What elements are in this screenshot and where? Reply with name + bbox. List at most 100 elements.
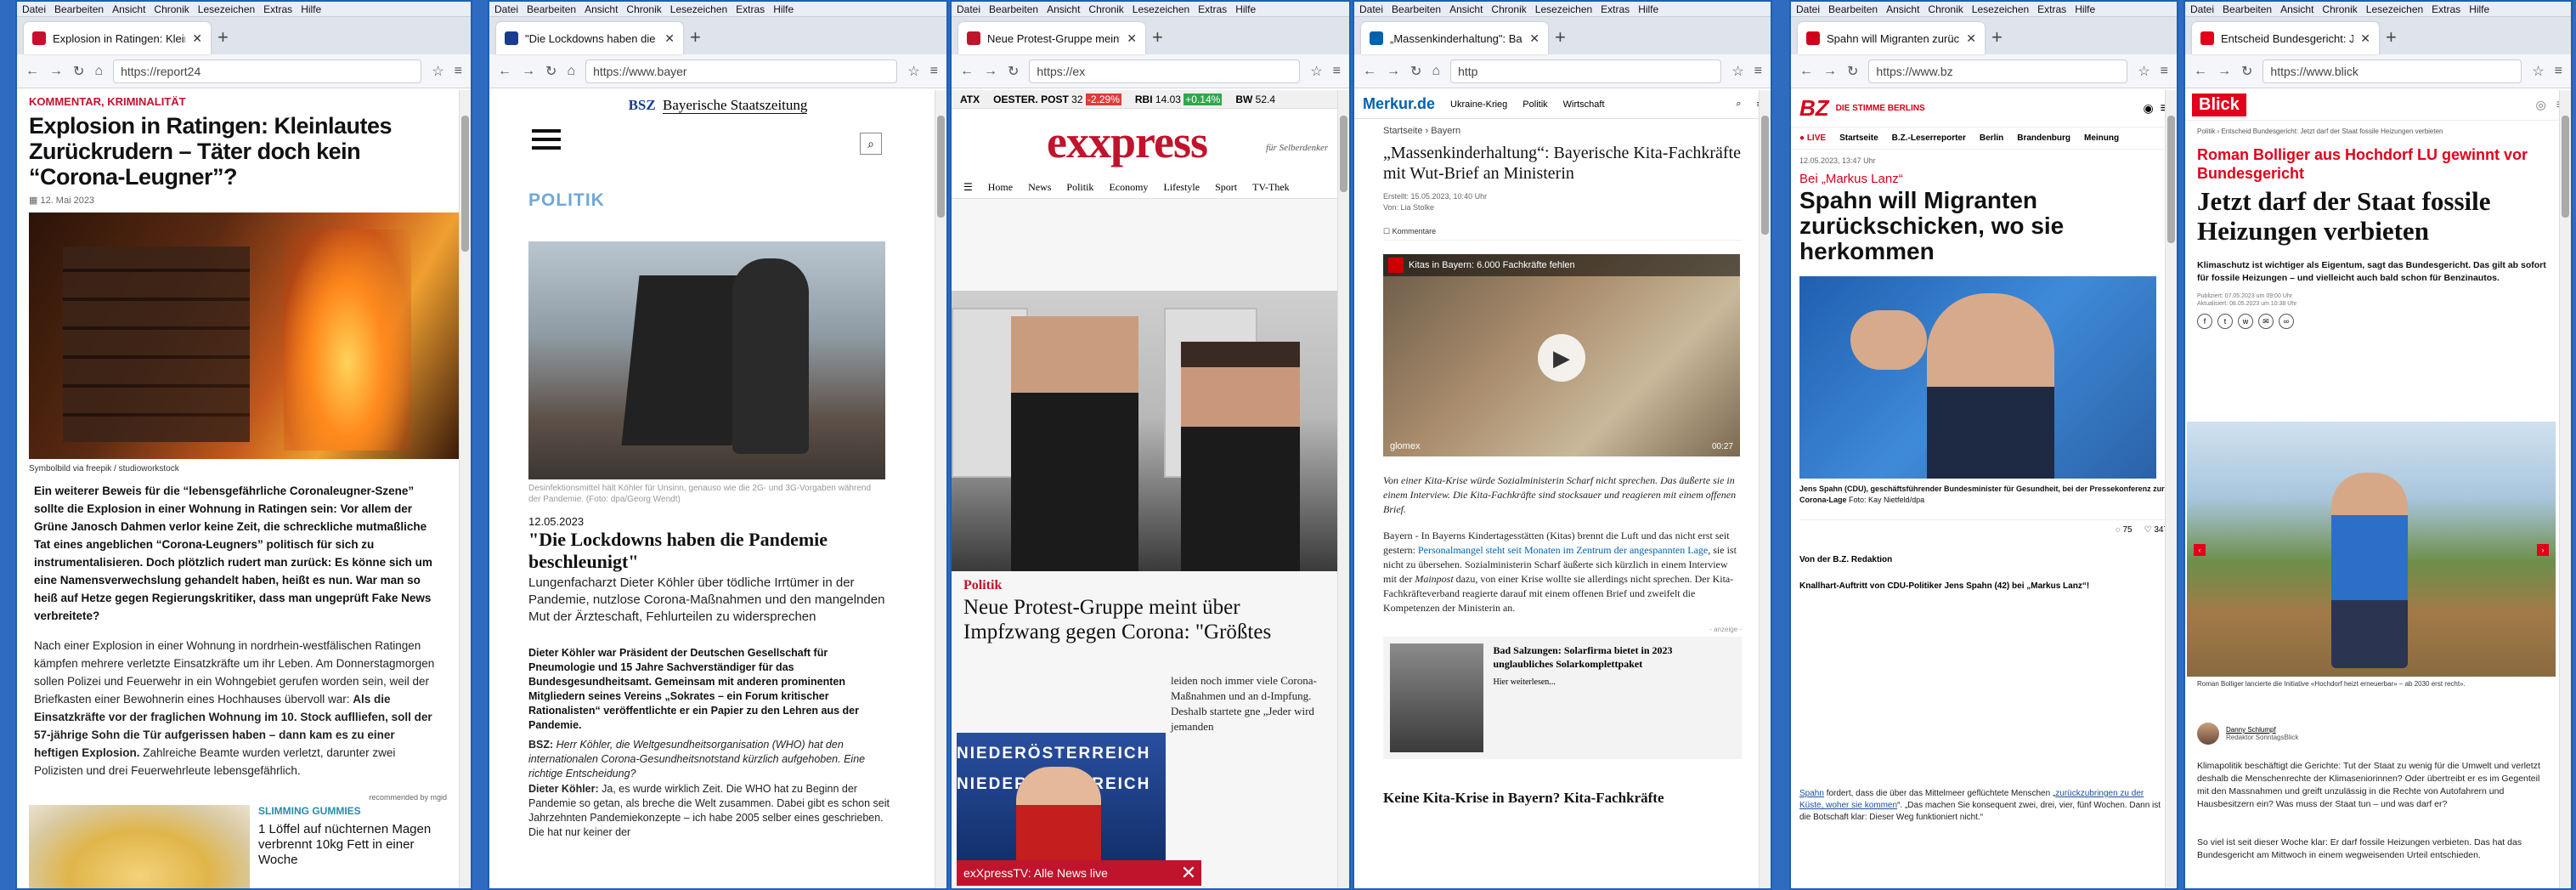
menu-view[interactable]: Ansicht [1886,3,1919,15]
play-icon[interactable]: ▶ [1538,334,1585,382]
home-icon[interactable]: ⌂ [1432,64,1440,79]
ad-widget[interactable]: SLIMMING GUMMIES 1 Löffel auf nüchternen… [29,805,447,888]
video-player[interactable]: Kitas in Bayern: 6.000 Fachkräfte fehlen… [1383,254,1740,456]
scrollbar-thumb[interactable] [1761,116,1769,235]
menu-help[interactable]: Hilfe [1235,3,1256,15]
close-icon[interactable]: ✕ [1176,862,1201,884]
nav-item[interactable]: B.Z.-Leserreporter [1892,133,1966,143]
bookmark-star-icon[interactable]: ☆ [1731,63,1743,80]
reload-icon[interactable]: ↻ [1410,63,1421,80]
forward-icon[interactable]: → [522,64,535,79]
scrollbar-thumb[interactable] [2167,116,2175,243]
bookmark-star-icon[interactable]: ☆ [2138,63,2149,80]
nav-item[interactable]: Economy [1109,181,1148,194]
bookmark-star-icon[interactable]: ☆ [1310,63,1322,80]
reload-icon[interactable]: ↻ [1008,63,1019,80]
nav-item[interactable]: News [1028,181,1051,194]
menu-tools[interactable]: Extras [263,3,292,15]
menu-file[interactable]: Datei [1359,3,1383,15]
twitter-icon[interactable]: t [2217,314,2233,329]
menu-view[interactable]: Ansicht [1449,3,1483,15]
nav-item[interactable]: Ukraine-Krieg [1450,99,1507,110]
teaser-more-link[interactable]: Hier weiterlesen... [1494,677,1736,687]
live-video-player[interactable]: NIEDERÖSTERREICH NIEDERÖSTERREICH [957,733,1166,860]
nav-live[interactable]: ● LIVE [1799,133,1826,143]
scrollbar[interactable] [2559,90,2571,888]
menu-file[interactable]: Datei [2190,3,2214,15]
app-menu-icon[interactable]: ≡ [2161,64,2168,79]
menu-tools[interactable]: Extras [2037,3,2066,15]
nav-item[interactable]: TV-Thek [1252,181,1290,194]
scrollbar-thumb[interactable] [1340,116,1347,192]
menu-help[interactable]: Hilfe [2075,3,2095,15]
back-icon[interactable]: ← [498,64,511,79]
search-icon[interactable]: ⌕ [860,133,882,155]
app-menu-icon[interactable]: ≡ [2555,64,2562,79]
scrollbar-thumb[interactable] [461,116,469,252]
forward-icon[interactable]: → [2217,64,2231,79]
menu-tools[interactable]: Extras [1601,3,1630,15]
bookmark-star-icon[interactable]: ☆ [432,63,443,80]
address-bar[interactable]: http [1450,59,1722,83]
close-tab-icon[interactable]: ✕ [664,31,675,46]
comments-link[interactable]: ☐ Kommentare [1383,224,1742,241]
ad-teaser[interactable]: Bad Salzungen: Solarfirma bietet in 2023… [1383,637,1742,759]
scrollbar[interactable] [1759,90,1771,888]
close-tab-icon[interactable]: ✕ [192,31,202,46]
browser-tab[interactable]: Entscheid Bundesgericht: Jetzt ✕ [2192,22,2379,54]
avatar[interactable] [2197,723,2219,745]
menu-help[interactable]: Hilfe [2469,3,2489,15]
nav-item[interactable]: Startseite [1839,133,1878,143]
forward-icon[interactable]: → [1823,64,1837,79]
body-link[interactable]: Personalmangel steht seit Monaten im Zen… [1418,544,1708,556]
nav-item[interactable]: Home [988,181,1013,194]
forward-icon[interactable]: → [1387,64,1400,79]
menu-file[interactable]: Datei [494,3,518,15]
back-icon[interactable]: ← [1363,64,1376,79]
nav-item[interactable]: Meinung [2084,133,2119,143]
menu-view[interactable]: Ansicht [585,3,618,15]
gallery-next-icon[interactable]: › [2537,544,2549,556]
menu-bookmarks[interactable]: Lesezeichen [1535,3,1592,15]
menu-history[interactable]: Chronik [1088,3,1123,15]
menu-bookmarks[interactable]: Lesezeichen [1972,3,2029,15]
ad-headline[interactable]: 1 Löffel auf nüchternen Magen verbrennt … [258,822,447,868]
comments-button[interactable]: ◌ 75 [2116,525,2133,535]
app-menu-icon[interactable]: ≡ [1754,64,1762,79]
hamburger-menu-icon[interactable] [532,129,561,150]
menu-edit[interactable]: Bearbeiten [2223,3,2272,15]
teaser-image[interactable] [1390,643,1483,752]
new-tab-icon[interactable]: + [2386,22,2397,54]
hamburger-menu-icon[interactable]: ☰ [963,181,973,194]
new-tab-icon[interactable]: + [217,22,229,54]
app-menu-icon[interactable]: ≡ [455,64,462,79]
home-icon[interactable]: ⌂ [567,64,575,79]
menu-bookmarks[interactable]: Lesezeichen [2366,3,2423,15]
scrollbar-thumb[interactable] [937,116,945,218]
close-tab-icon[interactable]: ✕ [2360,31,2370,46]
menu-history[interactable]: Chronik [1928,3,1963,15]
menu-bookmarks[interactable]: Lesezeichen [198,3,255,15]
reload-icon[interactable]: ↻ [2241,63,2252,80]
menu-edit[interactable]: Bearbeiten [54,3,104,15]
close-tab-icon[interactable]: ✕ [1127,31,1137,46]
menu-tools[interactable]: Extras [1198,3,1227,15]
back-icon[interactable]: ← [1799,64,1813,79]
address-bar[interactable]: https://www.bayer [585,59,898,83]
reload-icon[interactable]: ↻ [73,63,84,80]
ad-image[interactable] [29,805,250,888]
menu-edit[interactable]: Bearbeiten [1392,3,1441,15]
close-tab-icon[interactable]: ✕ [1529,31,1539,46]
forward-icon[interactable]: → [984,64,997,79]
new-tab-icon[interactable]: + [690,22,701,54]
scrollbar-thumb[interactable] [2562,116,2569,218]
menu-file[interactable]: Datei [957,3,980,15]
close-tab-icon[interactable]: ✕ [1966,31,1976,46]
scrollbar[interactable] [459,90,471,888]
search-icon[interactable]: ⌕ [1736,99,1741,110]
bookmark-star-icon[interactable]: ☆ [907,63,919,80]
new-tab-icon[interactable]: + [1152,22,1163,54]
back-icon[interactable]: ← [2194,64,2207,79]
menu-tools[interactable]: Extras [2432,3,2460,15]
account-icon[interactable]: ◉ [2143,101,2153,116]
